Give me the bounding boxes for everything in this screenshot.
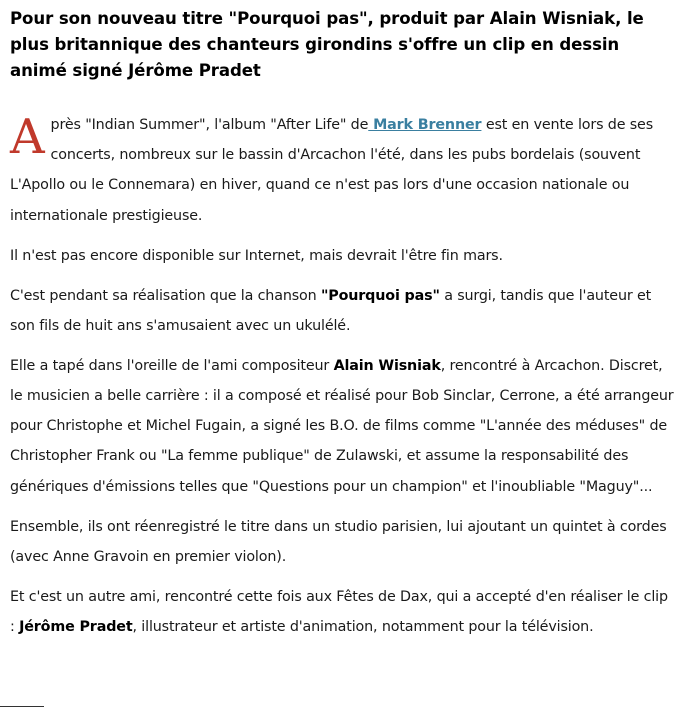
song-title-bold: "Pourquoi pas" [320,287,440,304]
song-origin-before: C'est pendant sa réalisation que la chan… [10,287,321,304]
paragraph-intro: Après "Indian Summer", l'album "After Li… [10,110,674,231]
illustrator-name-bold: Jérôme Pradet [19,619,133,636]
composer-after: , rencontré à Arcachon. Discret, le musi… [10,357,674,495]
paragraph-composer: Elle a tapé dans l'oreille de l'ami comp… [10,351,674,502]
paragraph-recording: Ensemble, ils ont réenregistré le titre … [10,518,667,565]
paragraph-availability: Il n'est pas encore disponible sur Inter… [10,247,503,264]
paragraph-song-origin: C'est pendant sa réalisation que la chan… [10,281,674,341]
composer-before: Elle a tapé dans l'oreille de l'ami comp… [10,357,334,374]
drop-cap: A [10,109,45,165]
composer-name-bold: Alain Wisniak [333,357,441,374]
article: Pour son nouveau titre "Pourquoi pas", p… [10,6,674,652]
article-headline: Pour son nouveau titre "Pourquoi pas", p… [10,9,644,80]
clip-after: , illustrateur et artiste d'animation, n… [132,619,594,636]
mark-brenner-link[interactable]: Mark Brenner [368,117,482,133]
intro-text-before-link: près "Indian Summer", l'album "After Lif… [50,117,369,133]
paragraph-clip: Et c'est un autre ami, rencontré cette f… [10,582,674,642]
